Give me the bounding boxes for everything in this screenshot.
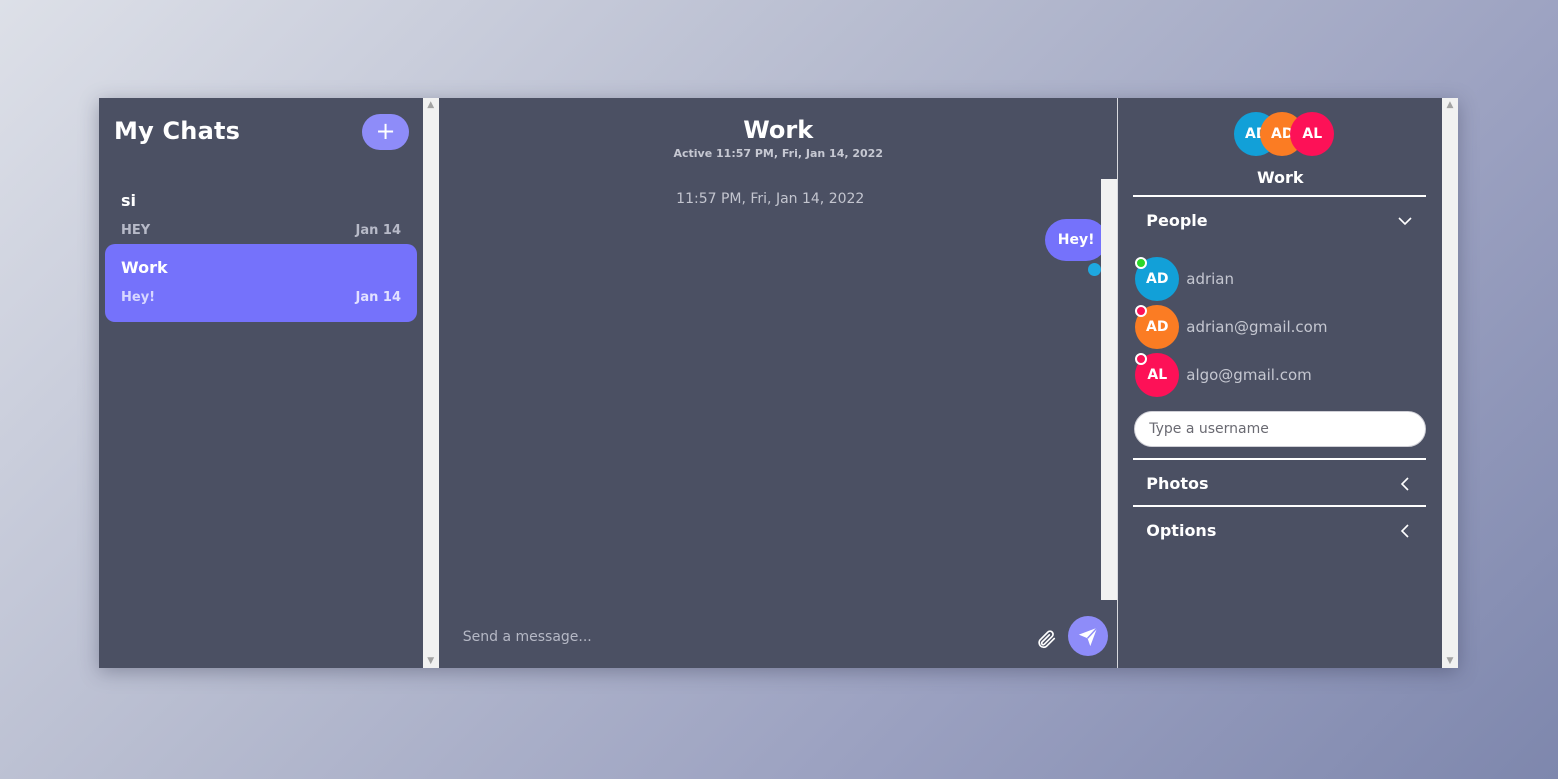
chat-app: My Chats + si HEY Jan 14 Work Hey! Jan 1… xyxy=(99,98,1458,668)
chevron-down-icon[interactable] xyxy=(1398,214,1412,228)
chat-subtitle: Active 11:57 PM, Fri, Jan 14, 2022 xyxy=(673,147,883,160)
chevron-left-icon[interactable] xyxy=(1398,477,1412,491)
chat-feed: Work Active 11:57 PM, Fri, Jan 14, 2022 … xyxy=(438,98,1118,668)
message-input[interactable]: Send a message... xyxy=(463,629,592,645)
chat-details-panel: AD AD AL Work People AD adrian AD adrian… xyxy=(1118,98,1443,668)
chat-date: Jan 14 xyxy=(355,223,401,238)
person-name: adrian@gmail.com xyxy=(1186,318,1328,336)
person-row[interactable]: AL algo@gmail.com xyxy=(1135,353,1425,397)
person-row[interactable]: AD adrian@gmail.com xyxy=(1135,305,1425,349)
chat-preview: Hey! xyxy=(121,290,156,305)
chat-date: Jan 14 xyxy=(355,290,401,305)
chevron-left-icon[interactable] xyxy=(1398,524,1412,538)
people-section-label[interactable]: People xyxy=(1146,211,1207,230)
avatar: AL xyxy=(1290,112,1335,156)
send-icon xyxy=(1078,627,1098,647)
scroll-up-arrow-icon[interactable]: ▲ xyxy=(1442,98,1458,112)
messages-scrollbar[interactable] xyxy=(1101,179,1118,600)
chat-card-work[interactable]: Work Hey! Jan 14 xyxy=(105,244,417,322)
my-message-bubble: Hey! xyxy=(1044,219,1108,261)
person-row[interactable]: AD adrian xyxy=(1135,257,1425,301)
message-timestamp: 11:57 PM, Fri, Jan 14, 2022 xyxy=(676,191,865,207)
chat-title: Work xyxy=(743,116,814,144)
paperclip-icon[interactable] xyxy=(1035,628,1057,650)
chat-name: si xyxy=(121,191,137,210)
person-name: adrian xyxy=(1186,270,1234,288)
read-receipt-dot xyxy=(1087,263,1101,276)
scroll-up-arrow-icon[interactable]: ▲ xyxy=(423,98,439,112)
divider xyxy=(1133,195,1427,197)
plus-icon: + xyxy=(375,117,396,145)
person-name: algo@gmail.com xyxy=(1186,366,1312,384)
details-scrollbar[interactable]: ▲ ▼ xyxy=(1442,98,1458,668)
photos-section-label[interactable]: Photos xyxy=(1146,474,1208,493)
avatar-stack: AD AD AL xyxy=(1234,112,1344,156)
divider xyxy=(1133,505,1427,507)
send-button[interactable] xyxy=(1067,616,1108,656)
scroll-down-arrow-icon[interactable]: ▼ xyxy=(423,654,439,668)
divider xyxy=(1133,458,1427,460)
page-title: My Chats xyxy=(114,117,241,145)
scroll-down-arrow-icon[interactable]: ▼ xyxy=(1442,654,1458,668)
chat-details-title: Work xyxy=(1256,168,1304,187)
chat-list-panel: My Chats + si HEY Jan 14 Work Hey! Jan 1… xyxy=(99,98,423,668)
chat-name: Work xyxy=(121,258,168,277)
chat-preview: HEY xyxy=(121,223,151,238)
options-section-label[interactable]: Options xyxy=(1146,521,1216,540)
username-input[interactable] xyxy=(1134,411,1427,447)
new-chat-button[interactable]: + xyxy=(362,114,409,150)
chat-list-scrollbar[interactable]: ▲ ▼ xyxy=(422,98,439,668)
